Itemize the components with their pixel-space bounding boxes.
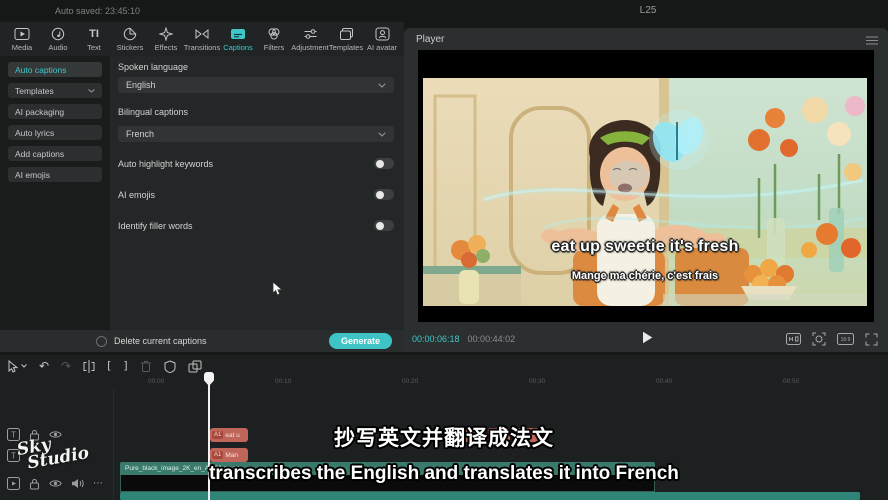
chevron-down-icon — [88, 89, 95, 93]
total-timecode: 00:00:44:02 — [468, 334, 516, 344]
auto-highlight-row: Auto highlight keywords — [118, 158, 394, 169]
sidebar-item-templates[interactable]: Templates — [8, 83, 102, 98]
toolbar-audio[interactable]: Audio — [40, 27, 76, 52]
chevron-down-icon — [378, 83, 386, 88]
filters-icon — [267, 27, 281, 41]
audio-track-clip[interactable] — [120, 492, 860, 500]
delete-right-icon[interactable]: ] — [123, 360, 127, 372]
adjustment-icon — [303, 27, 318, 41]
toolbar-text[interactable]: TI Text — [76, 27, 112, 52]
delete-left-icon[interactable]: [ — [107, 360, 111, 372]
auto-highlight-toggle[interactable] — [374, 158, 394, 169]
timeline-toolbar: ↶ ↷ [ ] — [8, 358, 202, 374]
sidebar-item-ai-packaging[interactable]: AI packaging — [8, 104, 102, 119]
player-panel: Player — [404, 28, 888, 352]
text-icon: TI — [89, 27, 99, 41]
delete-icon[interactable] — [140, 360, 152, 373]
window-title: L25 — [618, 5, 678, 16]
delete-captions-checkbox[interactable] — [96, 336, 107, 347]
play-button[interactable] — [642, 331, 653, 344]
toolbar-adjustment[interactable]: Adjustment — [292, 27, 328, 52]
ai-emojis-row: AI emojis — [118, 189, 394, 200]
toolbar-ai-avatar[interactable]: AI avatar — [364, 27, 400, 52]
transitions-icon — [194, 27, 210, 41]
toolbar-stickers[interactable]: Stickers — [112, 27, 148, 52]
ruler-tick: 00:20 — [402, 378, 418, 385]
video-frame: eat up sweetie it's fresh Mange ma chéri… — [423, 78, 867, 306]
toolbar-filters[interactable]: Filters — [256, 27, 292, 52]
filler-words-toggle[interactable] — [374, 220, 394, 231]
ai-emojis-toggle[interactable] — [374, 189, 394, 200]
audio-icon — [51, 27, 65, 41]
media-icon — [14, 27, 30, 41]
split-icon[interactable] — [83, 360, 95, 373]
toolbar-templates[interactable]: Templates — [328, 27, 364, 52]
spoken-language-select[interactable]: English — [118, 77, 394, 93]
main-toolbar: Media Audio TI Text Stickers Effects Tra… — [0, 22, 404, 56]
ruler-tick: 00:10 — [275, 378, 291, 385]
bilingual-captions-select[interactable]: French — [118, 126, 394, 142]
effects-icon — [159, 27, 173, 41]
auto-captions-panel: Spoken language English Bilingual captio… — [110, 56, 404, 330]
spoken-language-label: Spoken language — [118, 62, 188, 72]
autosave-status: Auto saved: 23:45:10 — [55, 6, 140, 16]
select-tool-icon[interactable] — [8, 360, 27, 373]
captions-sidebar: Auto captions Templates AI packaging Aut… — [0, 56, 110, 330]
capcut-app: Auto saved: 23:45:10 L25 Media Audio TI … — [0, 0, 888, 500]
toolbar-captions[interactable]: Captions — [220, 27, 256, 52]
player-menu-icon[interactable] — [866, 36, 878, 45]
focus-icon[interactable] — [812, 332, 826, 346]
captions-icon — [230, 27, 246, 41]
preview-quality-icon[interactable] — [786, 333, 801, 345]
ruler-tick: 00:50 — [783, 378, 799, 385]
generate-button[interactable]: Generate — [329, 333, 392, 349]
sidebar-item-ai-emojis[interactable]: AI emojis — [8, 167, 102, 182]
delete-captions-label: Delete current captions — [114, 336, 207, 346]
mouse-cursor — [272, 281, 283, 296]
player-title: Player — [416, 34, 444, 45]
subtitle-chinese: 抄写英文并翻译成法文 — [0, 422, 888, 452]
toolbar-effects[interactable]: Effects — [148, 27, 184, 52]
ruler-tick: 00:30 — [529, 378, 545, 385]
sidebar-item-auto-lyrics[interactable]: Auto lyrics — [8, 125, 102, 140]
video-caption-secondary: Mange ma chérie, c'est frais — [423, 270, 867, 282]
player-controls: 00:00:06:18 00:00:44:02 16:9 — [404, 325, 888, 352]
current-timecode: 00:00:06:18 — [412, 334, 460, 344]
fullscreen-icon[interactable] — [865, 333, 878, 346]
sidebar-item-add-captions[interactable]: Add captions — [8, 146, 102, 161]
mask-icon[interactable] — [164, 360, 176, 373]
ruler-tick: 00:00 — [148, 378, 164, 385]
aspect-ratio-text: 16:9 — [841, 337, 851, 343]
redo-icon[interactable]: ↷ — [61, 360, 71, 372]
overlay-extract-icon[interactable] — [188, 360, 202, 373]
stickers-icon — [123, 27, 137, 41]
ai-avatar-icon — [375, 27, 390, 41]
sidebar-item-auto-captions[interactable]: Auto captions — [8, 62, 102, 77]
aspect-ratio-icon[interactable]: 16:9 — [837, 333, 854, 345]
video-caption-primary: eat up sweetie it's fresh — [423, 238, 867, 256]
toolbar-media[interactable]: Media — [4, 27, 40, 52]
ruler-tick: 00:40 — [656, 378, 672, 385]
undo-icon[interactable]: ↶ — [39, 360, 49, 372]
subtitle-english: transcribes the English and translates i… — [0, 463, 888, 485]
panel-footer: Delete current captions Generate — [0, 330, 404, 352]
chevron-down-icon — [378, 132, 386, 137]
templates-icon — [339, 27, 354, 41]
svg-text:T: T — [11, 452, 16, 461]
filler-words-row: Identify filler words — [118, 220, 394, 231]
video-viewport: eat up sweetie it's fresh Mange ma chéri… — [418, 50, 874, 322]
bilingual-captions-label: Bilingual captions — [118, 107, 188, 117]
toolbar-transitions[interactable]: Transitions — [184, 27, 220, 52]
